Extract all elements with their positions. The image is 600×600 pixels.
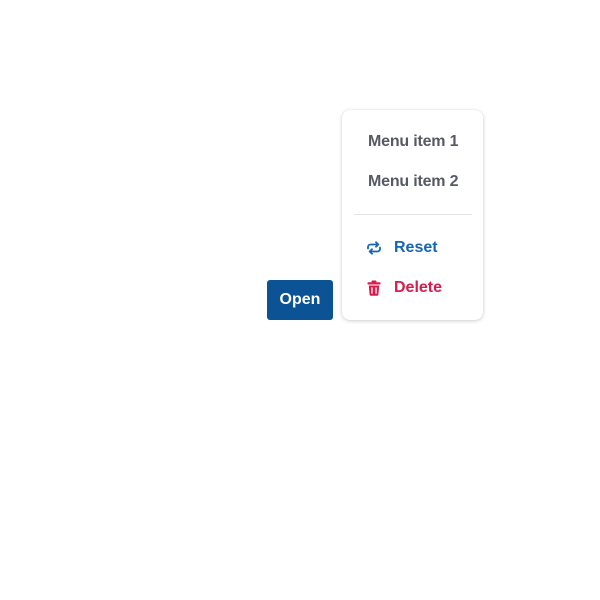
menu-divider xyxy=(354,214,472,215)
menu-item-reset[interactable]: Reset xyxy=(342,228,483,268)
reset-label: Reset xyxy=(394,239,438,256)
menu-item-2[interactable]: Menu item 2 xyxy=(342,162,483,202)
dropdown-menu: Menu item 1 Menu item 2 Reset Delete xyxy=(342,110,483,320)
menu-item-delete[interactable]: Delete xyxy=(342,268,483,308)
menu-item-label: Menu item 2 xyxy=(368,173,459,190)
delete-label: Delete xyxy=(394,279,443,296)
page: Open Menu item 1 Menu item 2 Reset Delet… xyxy=(0,0,600,600)
menu-item-1[interactable]: Menu item 1 xyxy=(342,122,483,162)
trash-icon xyxy=(366,280,382,296)
menu-item-label: Menu item 1 xyxy=(368,133,459,150)
open-button[interactable]: Open xyxy=(267,280,333,320)
reset-icon xyxy=(366,240,382,256)
